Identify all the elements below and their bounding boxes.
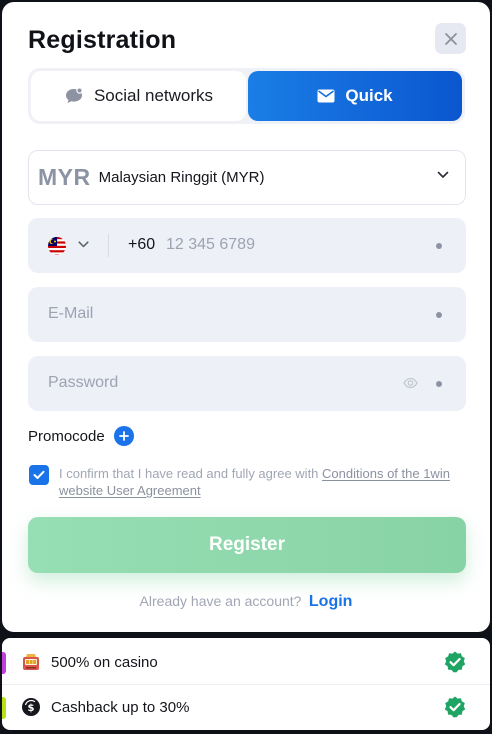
malaysia-flag-icon[interactable] [48,237,66,255]
tab-quick[interactable]: Quick [248,71,462,121]
cashback-icon: $ [22,698,40,716]
modal-title: Registration [28,26,177,54]
required-indicator [436,312,442,318]
phone-input[interactable]: 12 345 6789 [166,236,255,254]
plus-icon[interactable] [113,426,134,446]
verified-badge-icon [444,651,466,673]
envelope-icon [317,89,335,103]
bonus-panel: 500% on casino $ Cashback up to 30% [2,638,490,730]
bonus-item-cashback[interactable]: $ Cashback up to 30% [2,684,490,729]
registration-tabs: Social networks Quick [28,68,465,124]
dial-code: +60 [128,236,156,253]
phone-divider [108,234,109,257]
country-chevron-down-icon[interactable] [78,241,89,248]
password-placeholder: Password [48,374,119,391]
currency-name: Malaysian Ringgit (MYR) [98,169,265,186]
checkmark-icon [33,470,45,479]
bonus-label: Cashback up to 30% [51,699,190,716]
login-link[interactable]: Login [309,593,353,610]
login-question: Already have an account? [139,593,302,609]
svg-text:$: $ [28,703,35,714]
tab-social-label: Social networks [93,86,214,105]
bonus-item-casino[interactable]: 500% on casino [2,640,490,685]
phone-field: +60 12 345 6789 [28,218,466,273]
login-prompt: Already have an account? Login [2,593,490,611]
verified-badge-icon [444,696,466,718]
promocode-label: Promocode [28,427,105,445]
email-field[interactable]: E-Mail [28,287,466,342]
chevron-down-icon [437,171,449,178]
currency-select[interactable]: MYR Malaysian Ringgit (MYR) [28,150,466,205]
register-button[interactable]: Register [28,517,466,573]
eye-icon[interactable] [403,377,418,389]
registration-modal: Registration Social networks Quick MYR M… [2,2,490,632]
promocode-toggle[interactable]: Promocode [28,426,134,446]
tab-quick-label: Quick [345,86,393,105]
agreement-statement: I confirm that I have read and fully agr… [59,466,323,481]
agreement-checkbox[interactable] [29,465,49,485]
tab-social-networks[interactable]: Social networks [31,71,246,121]
close-button[interactable] [435,23,466,54]
currency-code: MYR [38,164,91,190]
close-icon [444,32,457,45]
bonus-label: 500% on casino [51,654,158,671]
agreement-text: I confirm that I have read and fully agr… [59,465,454,499]
chat-bubble-icon [65,87,83,103]
slot-machine-icon [23,654,39,670]
bonus-accent [2,697,6,719]
password-field[interactable]: Password [28,356,466,411]
email-placeholder: E-Mail [48,305,94,322]
required-indicator [436,381,442,387]
required-indicator [436,243,442,249]
bonus-accent [2,652,6,674]
